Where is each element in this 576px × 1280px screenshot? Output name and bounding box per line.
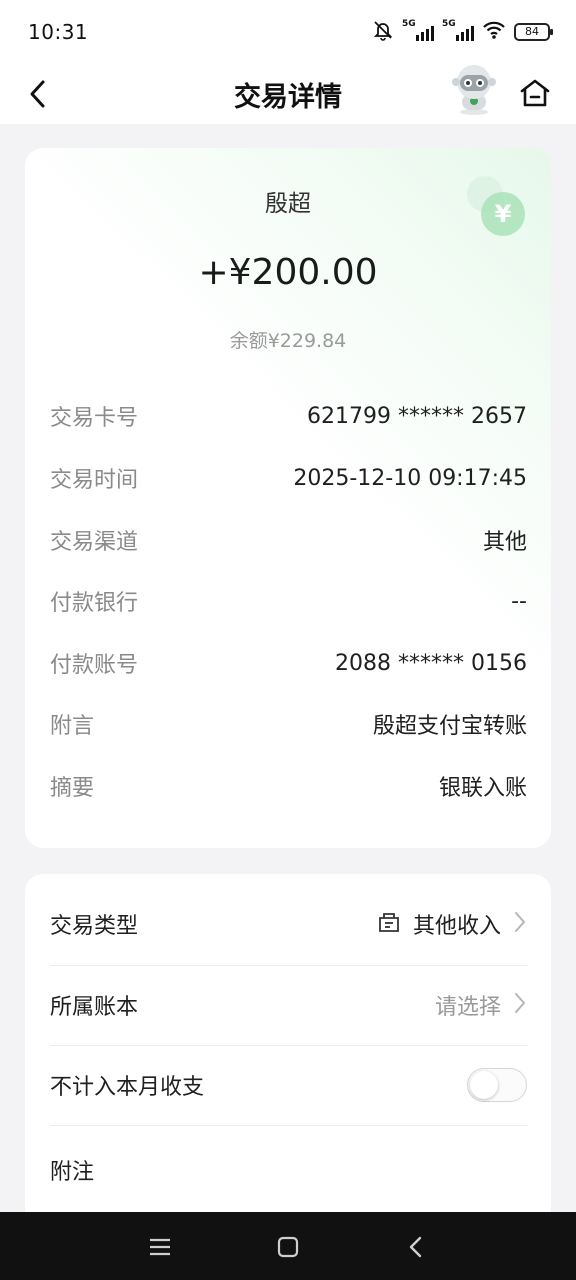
ledger-label: 所属账本	[50, 995, 139, 1020]
chevron-right-icon	[513, 991, 527, 1019]
exclude-month-label: 不计入本月收支	[50, 1075, 205, 1100]
toggle-knob	[470, 1071, 498, 1099]
transaction-amount: +¥200.00	[198, 252, 378, 293]
back-triangle-icon[interactable]	[401, 1232, 431, 1262]
detail-label: 交易时间	[50, 468, 139, 493]
signal-icon: 5G	[402, 19, 434, 41]
detail-value: 其他	[482, 530, 527, 555]
back-icon[interactable]	[22, 76, 52, 112]
exclude-month-toggle[interactable]	[467, 1068, 527, 1102]
detail-label: 附言	[50, 714, 95, 739]
status-icons: 5G 5G 84	[372, 19, 553, 45]
detail-row-summary: 摘要 银联入账	[50, 766, 527, 806]
home-icon[interactable]	[516, 74, 554, 112]
status-time: 10:31	[28, 20, 89, 44]
detail-value: 殷超支付宝转账	[372, 714, 527, 739]
signal-type-label: 5G	[442, 19, 456, 29]
detail-value: --	[511, 588, 527, 614]
detail-label: 交易卡号	[50, 406, 139, 431]
detail-label: 付款账号	[50, 653, 139, 678]
bell-mute-icon	[372, 19, 394, 45]
signal-type-label: 5G	[402, 19, 416, 29]
detail-row-remark: 附言 殷超支付宝转账	[50, 704, 527, 744]
robot-mascot-icon[interactable]	[446, 60, 502, 116]
account-balance: 余额¥229.84	[229, 330, 347, 352]
transaction-type-row[interactable]: 交易类型 其他收入	[50, 884, 527, 964]
note-row[interactable]: 附注	[50, 1130, 527, 1210]
battery-icon: 84	[514, 23, 553, 41]
page-title: 交易详情	[234, 81, 342, 113]
detail-row-channel: 交易渠道 其他	[50, 520, 527, 560]
detail-value: 银联入账	[438, 776, 527, 801]
category-icon	[377, 911, 401, 937]
transaction-card: ¥ 殷超 +¥200.00 余额¥229.84 交易卡号 621799 ****…	[25, 148, 551, 848]
transaction-type-value: 其他收入	[412, 914, 501, 939]
status-bar: 10:31 5G 5G 84	[0, 0, 576, 64]
ledger-row[interactable]: 所属账本 请选择	[50, 965, 527, 1045]
detail-row-card-number: 交易卡号 621799 ****** 2657	[50, 396, 527, 436]
exclude-month-row: 不计入本月收支	[50, 1045, 527, 1125]
nav-bar: 交易详情	[0, 64, 576, 124]
settings-card: 交易类型 其他收入 所属账本 请选择 不计入本月收支 附注	[25, 874, 551, 1234]
detail-value: 621799 ****** 2657	[307, 403, 527, 429]
signal-icon: 5G	[442, 19, 474, 41]
payer-name: 殷超	[265, 191, 311, 217]
ledger-value: 请选择	[434, 995, 501, 1020]
detail-row-payer-account: 付款账号 2088 ****** 0156	[50, 643, 527, 683]
wifi-icon	[482, 20, 506, 44]
detail-label: 摘要	[50, 776, 95, 801]
detail-value: 2025-12-10 09:17:45	[293, 465, 527, 491]
detail-value: 2088 ****** 0156	[335, 650, 527, 676]
note-label: 附注	[50, 1160, 95, 1185]
system-nav-bar	[0, 1212, 576, 1280]
detail-row-payer-bank: 付款银行 --	[50, 581, 527, 621]
detail-label: 交易渠道	[50, 530, 139, 555]
detail-row-time: 交易时间 2025-12-10 09:17:45	[50, 458, 527, 498]
chevron-right-icon	[513, 910, 527, 938]
divider	[50, 1125, 527, 1126]
home-square-icon[interactable]	[273, 1232, 303, 1262]
transaction-type-label: 交易类型	[50, 914, 139, 939]
detail-label: 付款银行	[50, 591, 139, 616]
menu-icon[interactable]	[145, 1232, 175, 1262]
